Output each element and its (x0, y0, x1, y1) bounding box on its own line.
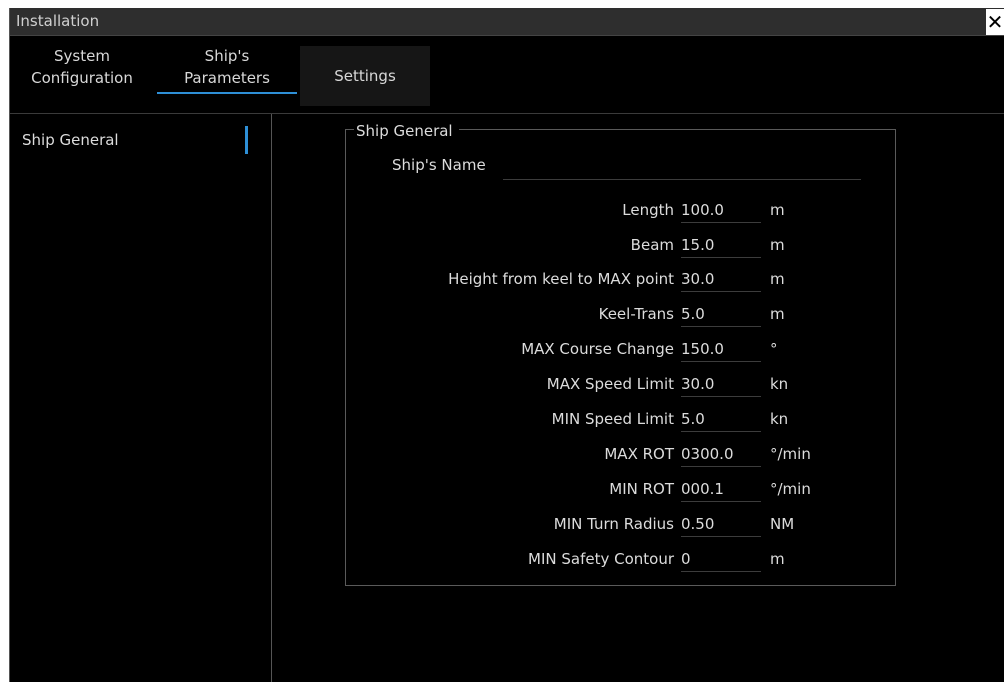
tab-bar: System Configuration Ship's Parameters S… (10, 36, 1004, 114)
tab-label: Settings (334, 67, 396, 85)
param-label: Height from keel to MAX point (448, 270, 674, 288)
param-unit: m (770, 305, 785, 323)
param-unit: °/min (770, 480, 811, 498)
param-label: Keel-Trans (598, 305, 674, 323)
title-bar: Installation ✕ (10, 8, 1004, 36)
row-max-rot: MAX ROT 0300.0 °/min (340, 441, 880, 469)
min-speed-limit-input[interactable]: 5.0 (681, 410, 761, 432)
param-unit: m (770, 270, 785, 288)
param-unit: °/min (770, 445, 811, 463)
row-length: Length 100.0 m (340, 197, 880, 225)
param-unit: ° (770, 340, 778, 358)
param-label: MAX Course Change (521, 340, 674, 358)
sidebar-item-label: Ship General (22, 131, 119, 149)
param-label: Beam (630, 236, 674, 254)
min-rot-input[interactable]: 000.1 (681, 480, 761, 502)
ships-name-label: Ship's Name (392, 156, 486, 174)
param-unit: kn (770, 410, 789, 428)
sidebar: Ship General (10, 114, 272, 682)
row-max-course-change: MAX Course Change 150.0 ° (340, 336, 880, 364)
ships-name-input[interactable] (503, 157, 861, 180)
param-label: MAX ROT (604, 445, 674, 463)
max-speed-limit-input[interactable]: 30.0 (681, 375, 761, 397)
param-unit: m (770, 550, 785, 568)
tab-label: Ship's Parameters (184, 47, 270, 87)
min-safety-contour-input[interactable]: 0 (681, 550, 761, 572)
row-min-turn-radius: MIN Turn Radius 0.50 NM (340, 511, 880, 539)
keel-trans-input[interactable]: 5.0 (681, 305, 761, 327)
row-min-speed-limit: MIN Speed Limit 5.0 kn (340, 406, 880, 434)
beam-input[interactable]: 15.0 (681, 236, 761, 258)
row-max-speed-limit: MAX Speed Limit 30.0 kn (340, 371, 880, 399)
sidebar-item-ship-general[interactable]: Ship General (10, 122, 248, 158)
group-title: Ship General (354, 122, 459, 140)
row-min-rot: MIN ROT 000.1 °/min (340, 476, 880, 504)
param-label: MIN ROT (609, 480, 674, 498)
active-tab-indicator (157, 92, 297, 94)
param-unit: m (770, 236, 785, 254)
min-turn-radius-input[interactable]: 0.50 (681, 515, 761, 537)
param-label: MIN Safety Contour (528, 550, 674, 568)
height-input[interactable]: 30.0 (681, 270, 761, 292)
row-min-safety-contour: MIN Safety Contour 0 m (340, 546, 880, 574)
param-unit: kn (770, 375, 789, 393)
max-course-change-input[interactable]: 150.0 (681, 340, 761, 362)
param-unit: NM (770, 515, 795, 533)
param-label: MIN Speed Limit (551, 410, 674, 428)
row-keel-trans: Keel-Trans 5.0 m (340, 301, 880, 329)
length-input[interactable]: 100.0 (681, 201, 761, 223)
max-rot-input[interactable]: 0300.0 (681, 445, 761, 467)
row-height-from-keel: Height from keel to MAX point 30.0 m (340, 266, 880, 294)
tab-system-configuration[interactable]: System Configuration (10, 44, 154, 102)
param-label: MIN Turn Radius (553, 515, 674, 533)
tab-label: System Configuration (31, 47, 133, 87)
row-beam: Beam 15.0 m (340, 232, 880, 260)
tab-settings[interactable]: Settings (300, 46, 430, 106)
param-label: Length (622, 201, 674, 219)
window-title: Installation (16, 12, 100, 30)
close-icon[interactable]: ✕ (986, 9, 1004, 35)
param-unit: m (770, 201, 785, 219)
param-label: MAX Speed Limit (546, 375, 674, 393)
tab-ships-parameters[interactable]: Ship's Parameters (157, 44, 297, 102)
selected-indicator (245, 126, 248, 154)
